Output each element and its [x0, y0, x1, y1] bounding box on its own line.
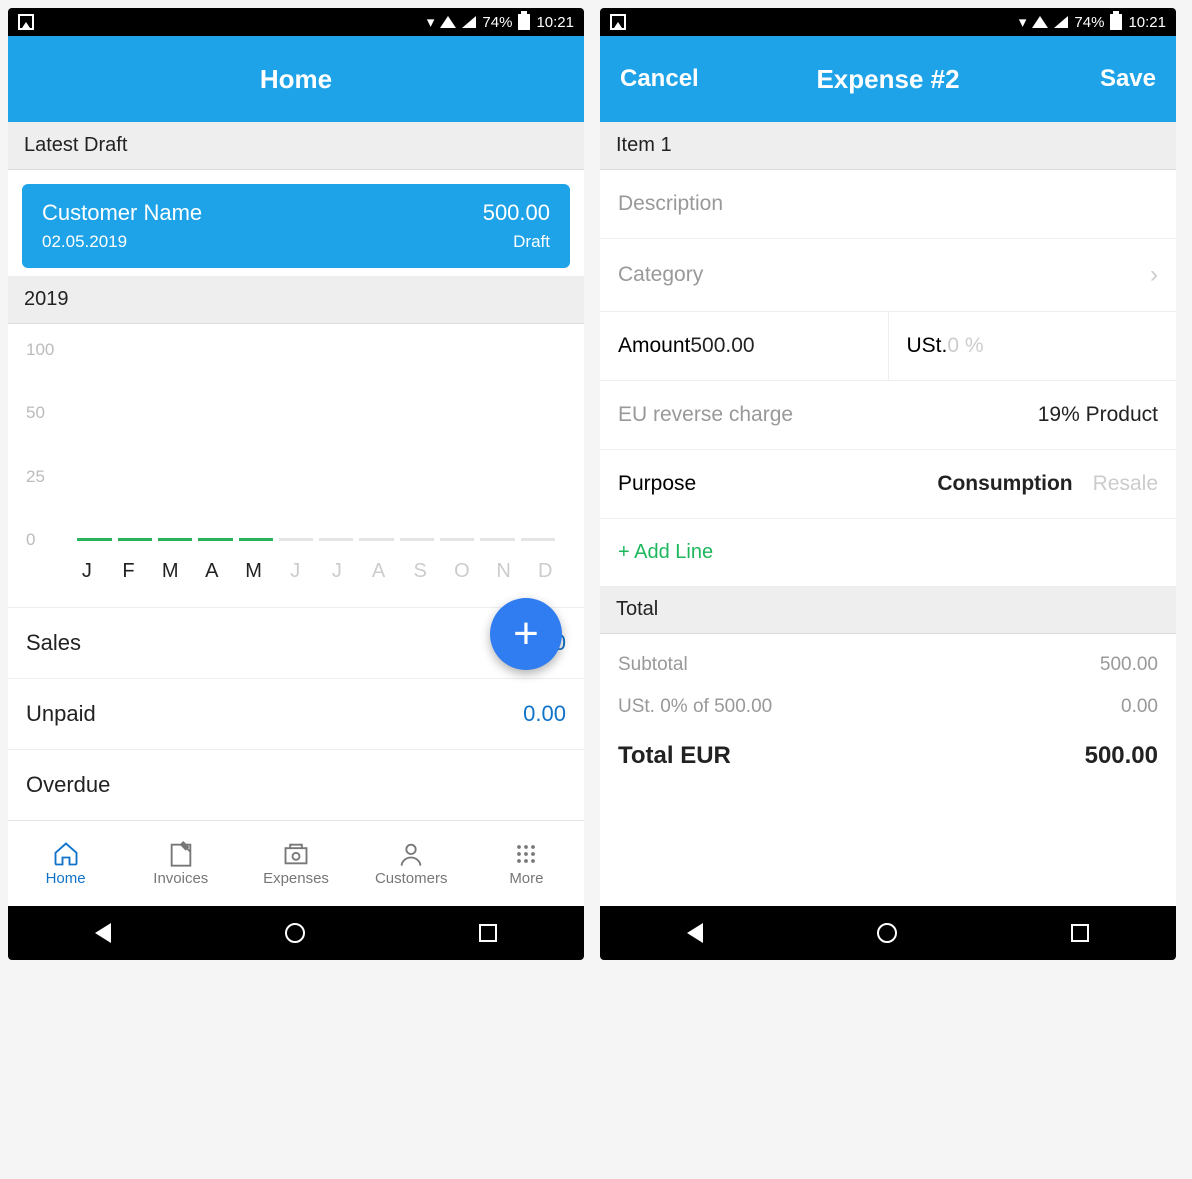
- page-title: Home: [260, 64, 332, 95]
- draft-card[interactable]: Customer Name 02.05.2019 500.00 Draft: [22, 184, 570, 268]
- status-bar: ▾ 74% 10:21: [600, 8, 1176, 36]
- purpose-field: Purpose Consumption Resale: [600, 450, 1176, 519]
- chevron-right-icon: ›: [1150, 261, 1158, 289]
- nav-home-icon[interactable]: [877, 923, 897, 943]
- latest-draft-header: Latest Draft: [8, 122, 584, 170]
- nav-recent-icon[interactable]: [1071, 924, 1089, 942]
- nav-home-icon[interactable]: [285, 923, 305, 943]
- customer-icon: [396, 840, 426, 868]
- ust-field[interactable]: USt. 0 %: [889, 312, 1177, 380]
- expense-screen: ▾ 74% 10:21 Cancel Expense #2 Save Item …: [600, 8, 1176, 960]
- stat-unpaid[interactable]: Unpaid 0.00: [8, 678, 584, 749]
- nav-back-icon[interactable]: [687, 923, 703, 943]
- draft-customer: Customer Name: [42, 200, 202, 226]
- item-header: Item 1: [600, 122, 1176, 170]
- purpose-consumption[interactable]: Consumption: [937, 472, 1072, 496]
- more-icon: [511, 840, 541, 868]
- wifi-icon: [440, 16, 456, 28]
- amount-field[interactable]: Amount 500.00: [600, 312, 889, 380]
- eurc-value: 19% Product: [1038, 403, 1158, 427]
- subtotal-line: Subtotal500.00: [600, 644, 1176, 686]
- ust-line: USt. 0% of 500.000.00: [600, 686, 1176, 728]
- tab-expenses[interactable]: Expenses: [238, 821, 353, 906]
- battery-icon: [1110, 14, 1122, 30]
- cell-signal-icon: [462, 16, 476, 28]
- clock: 10:21: [1128, 14, 1166, 31]
- stat-overdue[interactable]: Overdue: [8, 749, 584, 820]
- nav-back-icon[interactable]: [95, 923, 111, 943]
- add-line-button[interactable]: + Add Line: [600, 519, 1176, 586]
- dropdown-caret-icon: ▾: [1019, 13, 1027, 31]
- picture-icon: [610, 14, 626, 30]
- tab-bar: Home Invoices Expenses Customers More: [8, 820, 584, 906]
- description-field[interactable]: Description: [600, 170, 1176, 239]
- chart-y-axis: 100 50 25 0: [26, 340, 66, 550]
- save-button[interactable]: Save: [1100, 65, 1156, 93]
- tab-home[interactable]: Home: [8, 821, 123, 906]
- tab-more[interactable]: More: [469, 821, 584, 906]
- total-eur-line: Total EUR500.00: [600, 728, 1176, 784]
- category-field[interactable]: Category ›: [600, 239, 1176, 312]
- page-title: Expense #2: [816, 64, 959, 95]
- plus-icon: +: [513, 609, 539, 659]
- tab-invoices[interactable]: Invoices: [123, 821, 238, 906]
- draft-status: Draft: [483, 232, 550, 252]
- amount-value: 500.00: [690, 334, 754, 358]
- tab-customers[interactable]: Customers: [354, 821, 469, 906]
- ust-placeholder: 0 %: [947, 334, 983, 358]
- status-bar: ▾ 74% 10:21: [8, 8, 584, 36]
- chart-x-axis: J F M A M J J A S O N D: [26, 560, 566, 583]
- draft-date: 02.05.2019: [42, 232, 202, 252]
- draft-amount: 500.00: [483, 200, 550, 226]
- home-icon: [51, 840, 81, 868]
- total-header: Total: [600, 586, 1176, 634]
- clock: 10:21: [536, 14, 574, 31]
- app-bar: Home: [8, 36, 584, 122]
- nav-recent-icon[interactable]: [479, 924, 497, 942]
- chart-bars: [74, 538, 558, 541]
- dropdown-caret-icon: ▾: [427, 13, 435, 31]
- cancel-button[interactable]: Cancel: [620, 65, 699, 93]
- sales-chart: 100 50 25 0 J F M A M J J: [8, 324, 584, 607]
- android-nav-bar: [8, 906, 584, 960]
- battery-icon: [518, 14, 530, 30]
- app-bar: Cancel Expense #2 Save: [600, 36, 1176, 122]
- android-nav-bar: [600, 906, 1176, 960]
- invoice-icon: [166, 840, 196, 868]
- battery-percent: 74%: [1074, 14, 1104, 31]
- picture-icon: [18, 14, 34, 30]
- year-header: 2019: [8, 276, 584, 324]
- add-fab[interactable]: +: [490, 598, 562, 670]
- battery-percent: 74%: [482, 14, 512, 31]
- eu-reverse-charge-field[interactable]: EU reverse charge 19% Product: [600, 381, 1176, 450]
- purpose-resale[interactable]: Resale: [1093, 472, 1158, 496]
- home-screen: ▾ 74% 10:21 Home Latest Draft Customer N…: [8, 8, 584, 960]
- wifi-icon: [1032, 16, 1048, 28]
- cell-signal-icon: [1054, 16, 1068, 28]
- expense-icon: [281, 840, 311, 868]
